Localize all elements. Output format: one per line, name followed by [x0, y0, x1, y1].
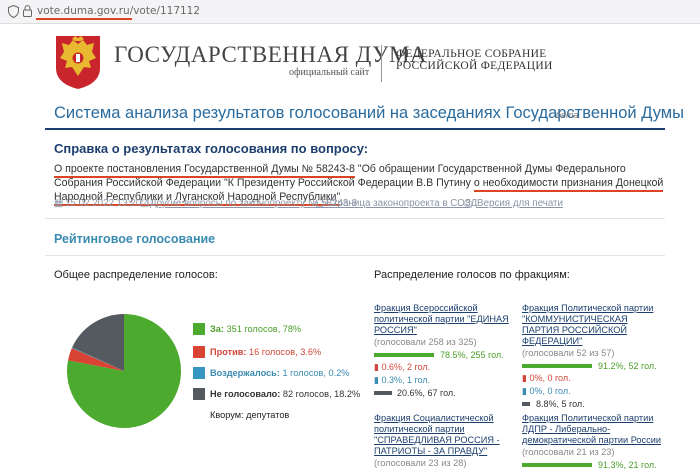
- faction-za-row: 91.2%, 52 гол.: [522, 361, 662, 371]
- print-version-link[interactable]: Версия для печати: [477, 198, 563, 209]
- faction-protiv-value: ▮ 0.6%, 2 гол.: [374, 362, 431, 372]
- legend-value: 351 голосов, 78%: [223, 324, 302, 334]
- printer-icon: ⎙: [464, 198, 472, 209]
- link-icon: ▢: [315, 198, 325, 209]
- faction-abst-value: ▮ 0.3%, 1 гол.: [374, 375, 431, 385]
- legend-swatch-za: [193, 323, 205, 335]
- shield-icon: [8, 5, 19, 18]
- faction-card-kprf: Фракция Политической партии "КОММУНИСТИЧ…: [522, 303, 662, 409]
- bill-page-link-text[interactable]: Страница законопроекта в СОЗД: [326, 198, 477, 209]
- faction-voted: (голосовали 52 из 57): [522, 348, 615, 358]
- faction-none-value: 8.8%, 5 гол.: [536, 399, 585, 409]
- reference-title: Справка о результатах голосования по воп…: [54, 141, 369, 156]
- header-rule: [45, 128, 665, 130]
- faction-za-bar: [522, 463, 592, 467]
- faction-protiv-value: ▮ 0%, 0 гол.: [522, 373, 571, 383]
- address-url[interactable]: vote.duma.gov.ru/vote/117112: [37, 5, 200, 17]
- coat-of-arms-icon: [56, 36, 100, 89]
- faction-za-value: 78.5%, 255 гол.: [440, 350, 504, 360]
- faction-none-bar: [522, 402, 530, 406]
- calendar-icon: ▦: [54, 198, 64, 209]
- faction-card-er: Фракция Всероссийской политической парти…: [374, 303, 514, 398]
- faction-za-bar: [522, 364, 592, 368]
- print-version-link-text[interactable]: Версия для печати: [477, 198, 563, 209]
- faction-protiv-text: 0.6%, 2 гол.: [381, 362, 431, 372]
- document-icon: ▢: [140, 198, 150, 209]
- faction-za-row: 78.5%, 255 гол.: [374, 350, 514, 360]
- divider: [45, 218, 665, 219]
- faction-abst-value: ▮ 0%, 0 гол.: [522, 386, 571, 396]
- header-divider: [381, 45, 382, 82]
- browser-address-bar[interactable]: vote.duma.gov.ru/vote/117112: [0, 0, 700, 24]
- url-underline-annotation: [36, 18, 132, 20]
- legend-label: Против:: [210, 347, 247, 357]
- bill-page-link[interactable]: Страница законопроекта в СОЗД: [326, 198, 477, 209]
- overall-title: Общее распределение голосов:: [54, 269, 218, 281]
- legend-value: 16 голосов, 3.6%: [246, 347, 322, 357]
- faction-abst-text: 0.3%, 1 гол.: [381, 375, 431, 385]
- fs-line-2: РОССИЙСКОЙ ФЕДЕРАЦИИ: [396, 60, 553, 72]
- faction-abst-text: 0%, 0 гол.: [529, 386, 571, 396]
- faction-name-link[interactable]: Фракция Всероссийской политической парти…: [374, 303, 514, 336]
- legend-swatch-protiv: [193, 346, 205, 358]
- faction-za-value: 91.2%, 52 гол.: [598, 361, 657, 371]
- faction-none-bar: [374, 391, 392, 395]
- legend-swatch-abstained: [193, 367, 205, 379]
- faction-za-bar: [374, 353, 434, 357]
- legend-label: Воздержалось:: [210, 368, 280, 378]
- faction-voted: (голосовали 21 из 23): [522, 447, 615, 457]
- faction-none-row: 20.6%, 67 гол.: [374, 388, 514, 398]
- legend-swatch-not-voted: [193, 388, 205, 400]
- federal-assembly-label: ФЕДЕРАЛЬНОЕ СОБРАНИЕ РОССИЙСКОЙ ФЕДЕРАЦИ…: [396, 48, 553, 72]
- system-title[interactable]: Система анализа результатов голосований …: [54, 104, 684, 123]
- factions-title: Распределение голосов по фракциям:: [374, 269, 570, 281]
- faction-name-link[interactable]: Фракция Политической партии "КОММУНИСТИЧ…: [522, 303, 662, 347]
- faction-za-row: 91.3%, 21 гол.: [522, 460, 662, 470]
- bill-number-text: О проекте постановления Государственной …: [54, 163, 355, 178]
- legend-value: 82 голосов, 18.2%: [280, 389, 361, 399]
- legend-value: 1 голосов, 0.2%: [279, 368, 350, 378]
- faction-voted: (голосовали 23 из 28): [374, 458, 467, 468]
- faction-none-row: 8.8%, 5 гол.: [522, 399, 662, 409]
- overall-pie-chart: [67, 314, 181, 428]
- faction-card-ldpr: Фракция Политической партии ЛДПР - Либер…: [522, 413, 662, 470]
- faction-za-value: 91.3%, 21 гол.: [598, 460, 657, 470]
- divider: [45, 255, 665, 256]
- faction-name-link[interactable]: Фракция Социалистической политической па…: [374, 413, 514, 457]
- fs-line-1: ФЕДЕРАЛЬНОЕ СОБРАНИЕ: [396, 48, 547, 60]
- quorum-text: Кворум: депутатов: [210, 410, 290, 420]
- faction-protiv-text: 0%, 0 гол.: [529, 373, 571, 383]
- site-subtitle: официальный сайт: [289, 67, 370, 78]
- lock-icon: [23, 5, 32, 17]
- faction-card-sr: Фракция Социалистической политической па…: [374, 413, 514, 469]
- faction-none-value: 20.6%, 67 гол.: [397, 388, 456, 398]
- faction-voted: (голосовали 258 из 325): [374, 337, 477, 347]
- legend-label: За:: [210, 324, 224, 334]
- rating-title: Рейтинговое голосование: [54, 232, 216, 246]
- legend-label: Не голосовало:: [210, 389, 281, 399]
- beta-badge: бета: [556, 110, 579, 120]
- faction-name-link[interactable]: Фракция Политической партии ЛДПР - Либер…: [522, 413, 662, 446]
